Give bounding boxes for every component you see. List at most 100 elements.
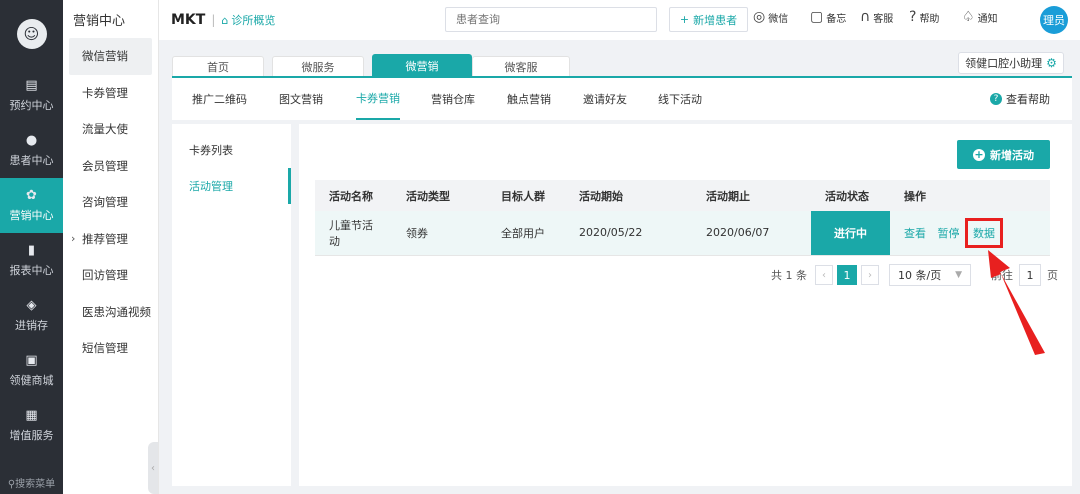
tab-home[interactable]: 首页	[172, 56, 264, 76]
table-row: 儿童节活动 领券 全部用户 2020/05/22 2020/06/07 进行中 …	[315, 211, 1050, 256]
new-patient-label: 新增患者	[693, 13, 738, 27]
submenu-item-sms[interactable]: 短信管理	[63, 330, 158, 367]
memo-icon: ▢	[810, 9, 824, 25]
next-page-button[interactable]: ›	[861, 265, 879, 285]
service-button[interactable]: ∩ 客服	[860, 9, 893, 25]
wechat-button[interactable]: ◎ 微信	[753, 9, 788, 25]
tab-micro-marketing[interactable]: 微营销	[372, 54, 472, 76]
subnav-warehouse[interactable]: 营销仓库	[431, 78, 475, 120]
brand-name: MKT	[171, 12, 206, 28]
app-logo[interactable]: ☺	[0, 0, 63, 68]
col-target: 目标人群	[487, 180, 565, 211]
rail-item-appointments[interactable]: ▤ 预约中心	[0, 68, 63, 123]
prev-page-button[interactable]: ‹	[815, 265, 833, 285]
inner-menu-activities[interactable]: 活动管理	[172, 168, 291, 204]
submenu-item-referral[interactable]: › 推荐管理	[63, 221, 158, 258]
page-size-select[interactable]: 10 条/页 ▼	[889, 264, 971, 286]
jump-suffix: 页	[1047, 269, 1058, 282]
cell-actions: 查看 暂停 数据	[890, 211, 1050, 256]
new-patient-button[interactable]: + 新增患者	[669, 7, 748, 32]
col-name: 活动名称	[315, 180, 392, 211]
home-icon: ⌂	[221, 13, 229, 27]
subnav-offline[interactable]: 线下活动	[658, 78, 702, 120]
submenu-item-wechat-marketing[interactable]: 微信营销	[69, 38, 152, 75]
cell-target: 全部用户	[487, 211, 565, 256]
rail-item-inventory[interactable]: ◈ 进销存	[0, 288, 63, 343]
page-size-value: 10 条/页	[898, 269, 942, 282]
marketing-submenu: 营销中心 微信营销 卡券管理 流量大使 会员管理 咨询管理 › 推荐管理 回访管理…	[63, 0, 159, 494]
activity-table: 活动名称 活动类型 目标人群 活动期始 活动期止 活动状态 操作 儿童节活动 领…	[315, 180, 1050, 256]
submenu-item-video[interactable]: 医患沟通视频	[63, 294, 158, 331]
subnav-qrcode[interactable]: 推广二维码	[192, 78, 247, 120]
submenu-item-traffic[interactable]: 流量大使	[63, 111, 158, 148]
current-page[interactable]: 1	[837, 265, 857, 285]
inner-menu-coupon-list[interactable]: 卡券列表	[172, 132, 291, 168]
rail-label: 报表中心	[9, 263, 54, 277]
chart-icon: ▮	[27, 242, 36, 258]
rail-item-value-added[interactable]: ▦ 增值服务	[0, 398, 63, 453]
assistant-button[interactable]: 领健口腔小助理 ⚙	[958, 52, 1064, 74]
rail-label: 预约中心	[9, 98, 54, 112]
add-activity-button[interactable]: + 新增活动	[957, 140, 1050, 169]
rail-label: 增值服务	[9, 428, 54, 442]
view-help-label: 查看帮助	[1006, 93, 1050, 106]
col-actions: 操作	[890, 180, 1050, 211]
subnav-coupon-marketing[interactable]: 卡券营销	[356, 78, 400, 120]
question-icon: ?	[909, 9, 917, 25]
help-button[interactable]: ? 帮助	[909, 9, 939, 25]
coupon-inner-menu: 卡券列表 活动管理	[172, 124, 291, 486]
rail-item-shop[interactable]: ▣ 领健商城	[0, 343, 63, 398]
divider: |	[211, 13, 216, 27]
menu-search-input[interactable]: ⚲搜索菜单	[0, 475, 63, 490]
submenu-item-members[interactable]: 会员管理	[63, 148, 158, 185]
submenu-item-coupons[interactable]: 卡券管理	[63, 75, 158, 112]
collapse-sidebar-handle[interactable]: ‹	[148, 442, 158, 494]
memo-button[interactable]: ▢ 备忘	[810, 9, 846, 25]
calendar-icon: ▤	[25, 77, 38, 93]
main-nav-rail: ☺ ▤ 预约中心 ● 患者中心 ✿ 营销中心 ▮ 报表中心 ◈ 进销存 ▣ 领健商城 ▦ 增值…	[0, 0, 63, 494]
rail-label: 进销存	[15, 318, 48, 332]
submenu-item-consult[interactable]: 咨询管理	[63, 184, 158, 221]
wechat-label: 微信	[768, 13, 789, 25]
submenu-title: 营销中心	[73, 13, 126, 29]
shop-icon: ▣	[25, 352, 38, 368]
data-action-link[interactable]: 数据	[965, 217, 1003, 248]
bell-icon: ♤	[962, 9, 975, 25]
grid-icon: ▦	[25, 407, 38, 423]
marketing-subnav: 推广二维码 图文营销 卡券营销 营销仓库 触点营销 邀请好友 线下活动 ? 查看帮…	[172, 76, 1072, 120]
gear-icon: ⚙	[1046, 56, 1057, 70]
page-jump: 前往 1 页	[991, 264, 1058, 286]
cell-name: 儿童节活动	[315, 211, 392, 256]
help-circle-icon: ?	[990, 93, 1002, 105]
clinic-overview-link[interactable]: ⌂ 诊所概览	[221, 12, 275, 28]
submenu-item-followup[interactable]: 回访管理	[63, 257, 158, 294]
rail-item-reports[interactable]: ▮ 报表中心	[0, 233, 63, 288]
col-status: 活动状态	[811, 180, 890, 211]
jump-page-input[interactable]: 1	[1019, 264, 1041, 286]
pause-action-link[interactable]: 暂停	[938, 227, 960, 240]
plus-icon: +	[679, 13, 690, 26]
top-header: MKT | ⌂诊所概览 +新增患者 ◎微信 ▢备忘 ∩客服 ?帮助 ♤通知 理员	[159, 0, 1080, 40]
activity-name-line1: 儿童节活	[329, 218, 373, 232]
plus-circle-icon: +	[973, 147, 985, 161]
tab-micro-service[interactable]: 微服务	[272, 56, 364, 76]
pagination: 共 1 条 ‹ 1 › 10 条/页 ▼ 前往 1 页	[771, 264, 1058, 286]
patient-search-input[interactable]	[445, 7, 657, 32]
notify-label: 通知	[977, 13, 998, 25]
tab-micro-support[interactable]: 微客服	[472, 56, 570, 76]
view-help-link[interactable]: ? 查看帮助	[990, 91, 1050, 107]
cell-type: 领券	[392, 211, 487, 256]
subnav-article[interactable]: 图文营销	[279, 78, 323, 120]
user-avatar[interactable]: 理员	[1040, 6, 1068, 34]
subnav-invite[interactable]: 邀请好友	[583, 78, 627, 120]
cell-end: 2020/06/07	[692, 211, 811, 256]
notify-button[interactable]: ♤ 通知	[962, 9, 998, 25]
menu-search-placeholder: 搜索菜单	[15, 479, 56, 490]
assistant-label: 领健口腔小助理	[965, 57, 1043, 70]
rail-item-patients[interactable]: ● 患者中心	[0, 123, 63, 178]
view-action-link[interactable]: 查看	[904, 227, 926, 240]
subnav-touchpoint[interactable]: 触点营销	[507, 78, 551, 120]
tooth-logo-icon: ☺	[16, 19, 47, 49]
rail-item-marketing[interactable]: ✿ 营销中心	[0, 178, 63, 233]
status-badge: 进行中	[811, 211, 890, 256]
